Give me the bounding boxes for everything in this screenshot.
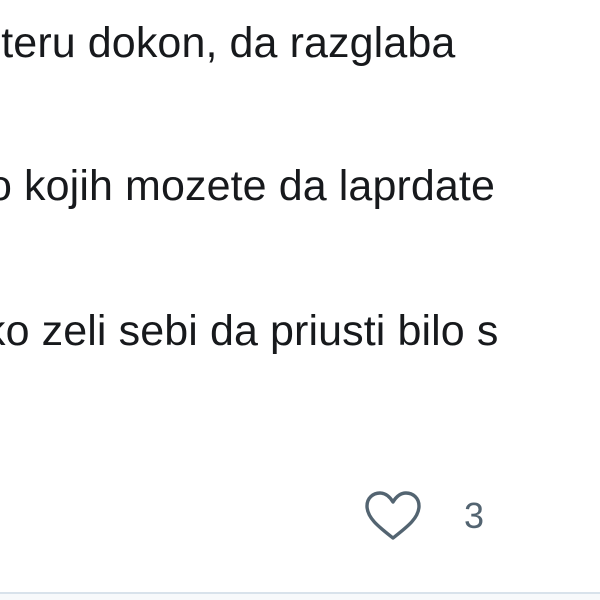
tweet-crop: viteru dokon, da razglaba o kojih mozete… xyxy=(0,0,600,600)
like-count: 3 xyxy=(464,495,485,536)
tweet-text-line-3: ko zeli sebi da priusti bilo s xyxy=(0,307,499,355)
tweet-text-line-2: o kojih mozete da laprdate xyxy=(0,162,495,210)
bottom-edge xyxy=(0,594,600,600)
like-button[interactable] xyxy=(356,484,430,548)
heart-icon xyxy=(365,491,421,540)
tweet-actions: 3 xyxy=(356,484,484,548)
tweet-text-line-1: viteru dokon, da razglaba xyxy=(0,19,456,67)
